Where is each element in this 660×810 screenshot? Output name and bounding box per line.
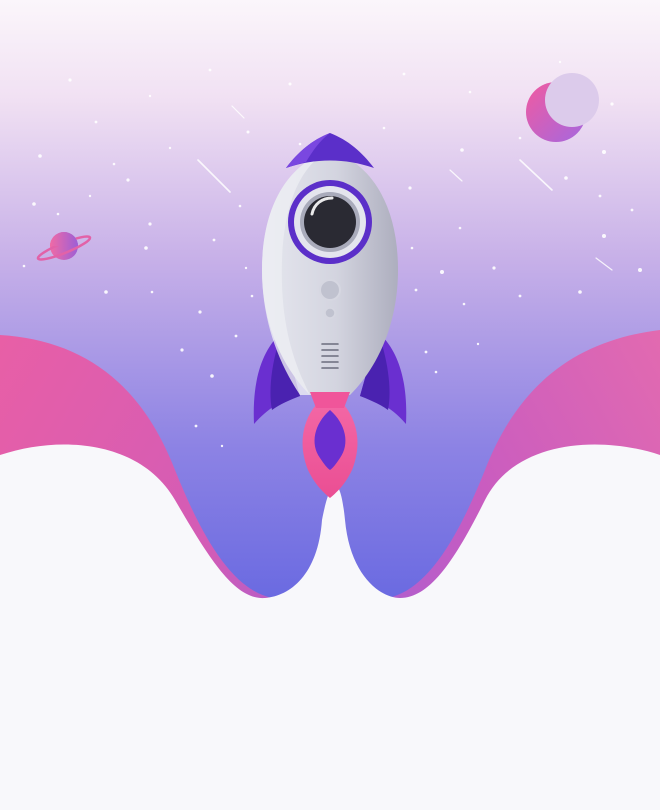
star-icon: [402, 72, 406, 76]
star-icon: [288, 82, 292, 86]
rocket-base: [310, 392, 350, 408]
star-icon: [424, 350, 428, 354]
star-icon: [148, 94, 152, 98]
star-icon: [126, 178, 130, 182]
star-icon: [198, 310, 202, 314]
star-icon: [104, 290, 108, 294]
ground: [0, 444, 660, 810]
star-icon: [250, 294, 254, 298]
star-icon: [208, 68, 212, 72]
star-icon: [518, 294, 522, 298]
star-icon: [220, 444, 224, 448]
star-icon: [440, 270, 444, 274]
star-icon: [408, 186, 412, 190]
star-icon: [414, 288, 418, 292]
star-icon: [88, 194, 92, 198]
star-icon: [434, 370, 438, 374]
star-icon: [38, 154, 42, 158]
star-icon: [210, 374, 214, 378]
star-icon: [476, 342, 480, 346]
star-icon: [558, 60, 562, 64]
star-icon: [244, 266, 248, 270]
star-icon: [458, 226, 462, 230]
star-icon: [180, 348, 184, 352]
star-icon: [602, 234, 606, 238]
rocket-bolt: [324, 307, 336, 319]
star-icon: [32, 202, 36, 206]
star-icon: [150, 290, 154, 294]
star-icon: [382, 126, 386, 130]
rocket-bolt: [319, 279, 341, 301]
star-icon: [144, 246, 148, 250]
star-icon: [610, 102, 614, 106]
star-icon: [194, 424, 198, 428]
star-icon: [460, 148, 464, 152]
rocket-porthole: [288, 180, 372, 264]
star-icon: [518, 136, 522, 140]
star-icon: [598, 194, 602, 198]
star-icon: [630, 208, 634, 212]
star-icon: [492, 266, 496, 270]
star-icon: [148, 222, 152, 226]
star-icon: [638, 268, 642, 272]
star-icon: [564, 176, 568, 180]
star-icon: [246, 130, 250, 134]
star-icon: [238, 204, 242, 208]
star-icon: [94, 120, 98, 124]
star-icon: [168, 146, 172, 150]
star-icon: [212, 238, 216, 242]
star-icon: [22, 264, 26, 268]
star-icon: [112, 162, 116, 166]
star-icon: [578, 290, 582, 294]
star-icon: [68, 78, 72, 82]
star-icon: [462, 302, 466, 306]
star-icon: [298, 142, 302, 146]
star-icon: [602, 150, 606, 154]
star-icon: [234, 334, 238, 338]
star-icon: [56, 212, 60, 216]
star-icon: [410, 246, 414, 250]
launch-illustration: [0, 0, 660, 810]
star-icon: [468, 90, 472, 94]
